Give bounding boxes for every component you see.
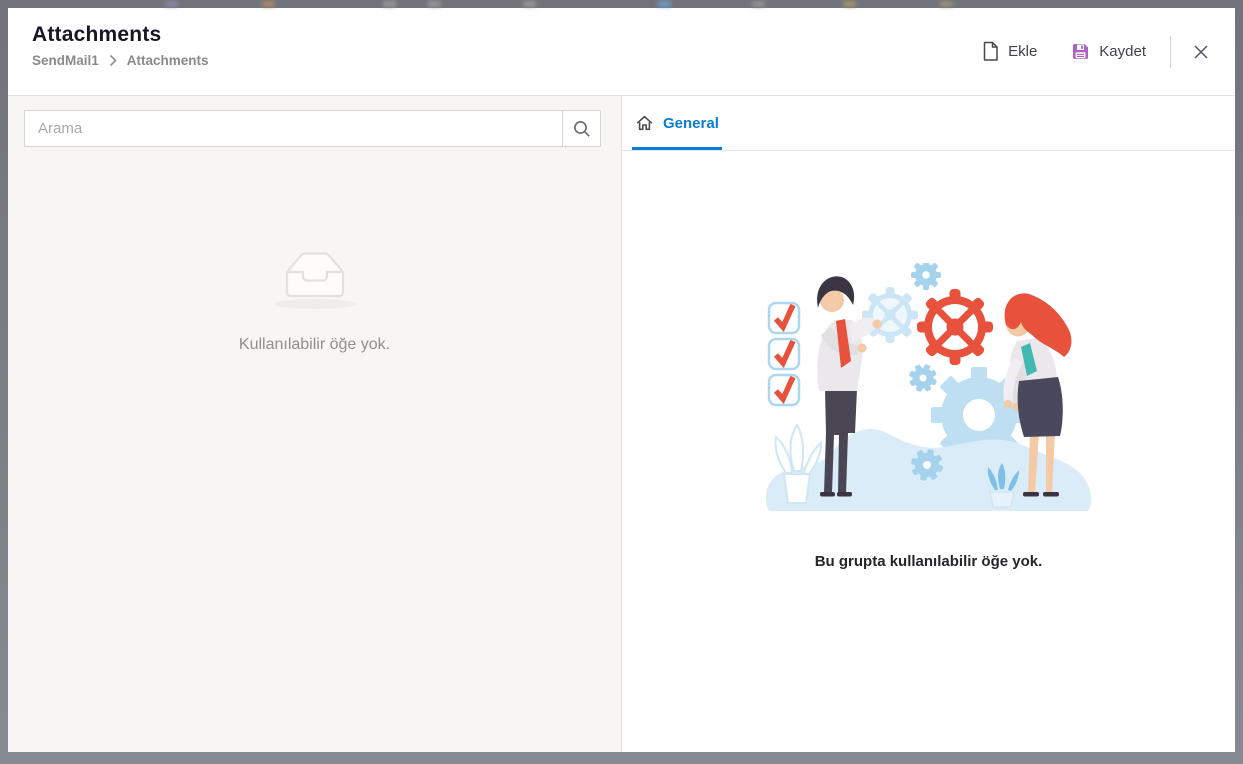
left-empty-text: Kullanılabilir öğe yok. bbox=[238, 336, 391, 353]
page-title: Attachments bbox=[32, 23, 162, 46]
close-icon bbox=[1193, 44, 1209, 60]
add-button[interactable]: Ekle bbox=[978, 35, 1041, 68]
header-actions: Ekle Kaydet bbox=[978, 8, 1235, 95]
items-panel: Kullanılabilir öğe yok. bbox=[8, 96, 622, 752]
save-button-label: Kaydet bbox=[1099, 43, 1146, 60]
search-button[interactable] bbox=[562, 111, 600, 146]
header-titles: Attachments SendMail1 Attachments bbox=[8, 8, 209, 95]
tab-content: Bu grupta kullanılabilir öğe yok. bbox=[622, 151, 1235, 752]
search-icon bbox=[573, 120, 591, 138]
tab-bar: General bbox=[622, 96, 1235, 151]
tab-general[interactable]: General bbox=[632, 96, 722, 150]
window-frame: Attachments SendMail1 Attachments Ekle K… bbox=[0, 0, 1243, 764]
left-empty-state: Kullanılabilir öğe yok. bbox=[8, 247, 621, 354]
dialog-body: Kullanılabilir öğe yok. General bbox=[8, 96, 1235, 752]
tab-general-label: General bbox=[663, 114, 719, 132]
search-box bbox=[24, 110, 601, 147]
floppy-disk-icon bbox=[1071, 42, 1090, 61]
background-app-hint bbox=[0, 1, 1243, 8]
header-divider bbox=[1170, 35, 1171, 68]
save-button[interactable]: Kaydet bbox=[1067, 36, 1150, 67]
breadcrumb-current: Attachments bbox=[126, 53, 209, 68]
add-button-label: Ekle bbox=[1008, 43, 1038, 60]
chevron-right-icon bbox=[109, 54, 117, 67]
attachments-dialog: Attachments SendMail1 Attachments Ekle K… bbox=[8, 8, 1235, 752]
detail-panel: General Bu grupta kullanılabilir öğe yok… bbox=[622, 96, 1235, 752]
breadcrumb-parent[interactable]: SendMail1 bbox=[32, 53, 99, 68]
home-icon bbox=[635, 114, 654, 132]
close-button[interactable] bbox=[1187, 38, 1215, 66]
teamwork-gears-illustration bbox=[759, 263, 1099, 513]
search-input[interactable] bbox=[25, 111, 562, 146]
breadcrumb: SendMail1 Attachments bbox=[32, 53, 209, 68]
inbox-tray-icon bbox=[272, 247, 358, 311]
document-icon bbox=[982, 41, 999, 62]
dialog-header: Attachments SendMail1 Attachments Ekle K… bbox=[8, 8, 1235, 96]
right-empty-text: Bu grupta kullanılabilir öğe yok. bbox=[814, 553, 1043, 570]
